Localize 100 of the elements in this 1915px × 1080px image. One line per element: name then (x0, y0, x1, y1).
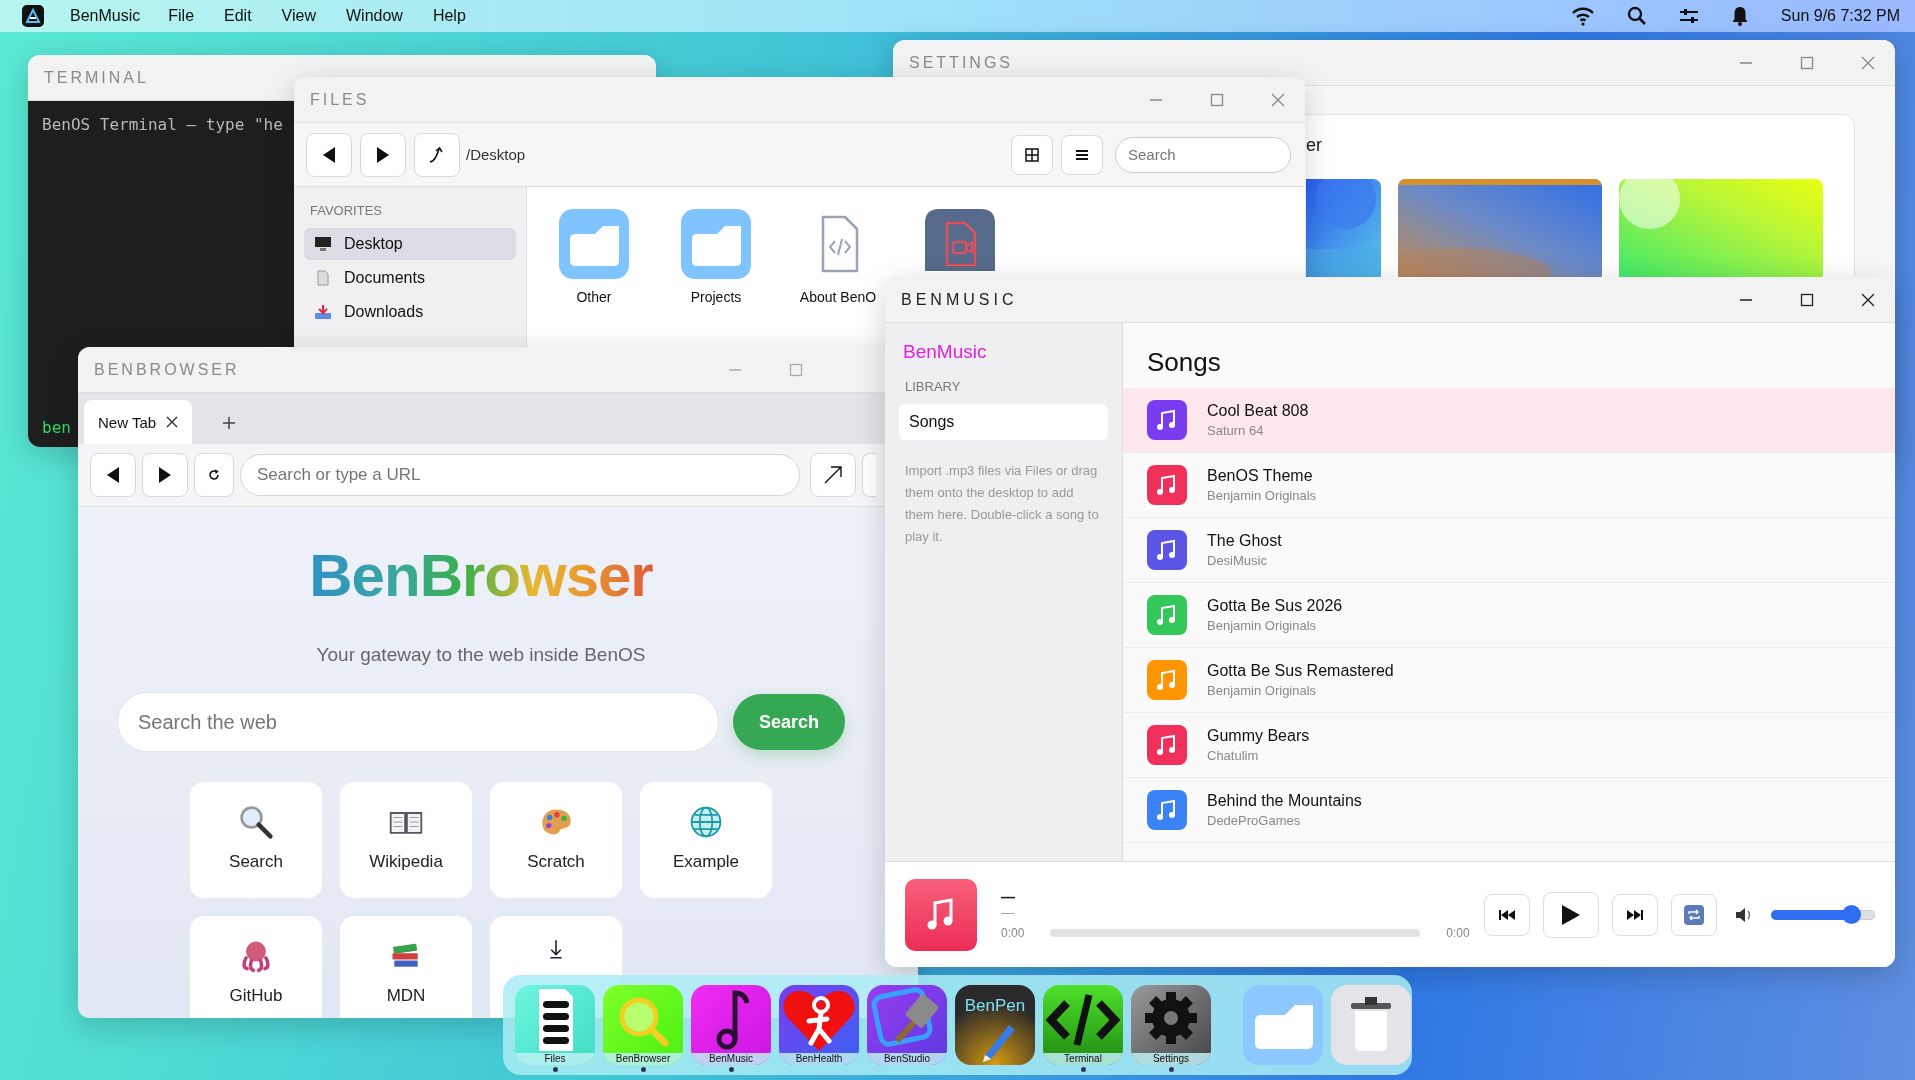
previous-icon (1499, 908, 1515, 921)
song-row[interactable]: Gotta Be Sus 2026 Benjamin Originals (1123, 583, 1895, 648)
previous-button[interactable] (1484, 893, 1530, 936)
window-title: FILES (310, 90, 370, 109)
file-name: Other (576, 289, 612, 305)
grid-icon (1025, 147, 1039, 162)
bell-icon[interactable] (1730, 6, 1749, 26)
list-icon (1075, 148, 1089, 161)
wifi-icon[interactable] (1570, 6, 1595, 26)
shortcut-tile[interactable]: Example (640, 782, 772, 898)
song-row[interactable]: BenOS Theme Benjamin Originals (1123, 453, 1895, 518)
menu-item[interactable]: Edit (224, 7, 252, 25)
forward-icon (375, 145, 391, 164)
song-row[interactable]: Behind the Mountains DedeProGames (1123, 778, 1895, 843)
shortcut-tile[interactable]: Search (190, 782, 322, 898)
song-artist: DesiMusic (1207, 553, 1268, 568)
search-field[interactable]: Search the web (117, 692, 719, 752)
menu-item[interactable]: File (168, 7, 195, 25)
document-icon (314, 270, 332, 286)
song-row[interactable]: The Ghost DesiMusic (1123, 518, 1895, 583)
song-artist: DedeProGames (1207, 813, 1302, 828)
path-label: /Desktop (466, 146, 526, 163)
section-title: er (1306, 135, 1323, 157)
song-artist: Chatulim (1207, 748, 1260, 763)
file-name: About BenO (799, 289, 877, 305)
new-tab-icon[interactable] (222, 416, 237, 430)
reload-button[interactable] (194, 453, 234, 497)
sidebar-item[interactable]: Desktop (304, 228, 516, 260)
window-title: BENBROWSER (94, 360, 240, 379)
track-artist: — (1001, 905, 1015, 920)
close-icon[interactable] (1861, 292, 1875, 307)
app-icon[interactable]: BenMusic (691, 985, 771, 1065)
song-title: Gotta Be Sus Remastered (1207, 662, 1394, 680)
diagonal-arrow-icon (823, 465, 843, 485)
search-icon[interactable] (1626, 6, 1647, 26)
window-title: SETTINGS (909, 53, 1013, 72)
song-row[interactable]: Gotta Be Sus Remastered Benjamin Originals (1123, 648, 1895, 713)
song-title: Behind the Mountains (1207, 792, 1362, 810)
next-button[interactable] (1612, 893, 1658, 936)
next-icon (1627, 908, 1643, 921)
back-button[interactable] (90, 453, 136, 497)
trash-icon[interactable] (1331, 985, 1411, 1065)
shortcut-tile[interactable]: MDN (340, 916, 472, 1018)
elapsed-time: 0:00 (1001, 926, 1025, 940)
menu-item[interactable]: View (281, 7, 316, 25)
sidebar-heading: FAVORITES (309, 202, 383, 220)
play-button[interactable] (1543, 891, 1599, 938)
forward-icon (157, 466, 173, 484)
app-icon[interactable]: BenPen (955, 985, 1035, 1065)
duration-time: 0:00 (1446, 926, 1470, 940)
terminal-prompt: ben (42, 418, 71, 437)
app-icon[interactable]: BenStudio (867, 985, 947, 1065)
maximize-icon[interactable] (1800, 292, 1814, 307)
track-title: — (1001, 889, 1016, 905)
song-row[interactable]: Cool Beat 808 Saturn 64 (1123, 388, 1895, 453)
volume-slider[interactable] (1771, 904, 1875, 925)
app-icon[interactable]: Terminal (1043, 985, 1123, 1065)
song-title: Cool Beat 808 (1207, 402, 1309, 420)
help-text: Import .mp3 files via Files or drag them onto the desktop to add them here. Double-click a song to play it. (904, 462, 1100, 546)
song-artist: Saturn 64 (1207, 423, 1265, 438)
forward-button[interactable] (360, 132, 406, 177)
song-row[interactable]: Gummy Bears Chatulim (1123, 713, 1895, 778)
shortcut-tile[interactable]: GitHub (190, 916, 322, 1018)
shortcut-tile[interactable]: Wikipedia (340, 782, 472, 898)
forward-button[interactable] (142, 453, 188, 497)
app-icon[interactable]: Settings (1131, 985, 1211, 1065)
song-artist: Benjamin Originals (1207, 618, 1318, 633)
url-field[interactable]: Search or type a URL (240, 454, 800, 496)
grid-view-button[interactable] (1011, 134, 1053, 175)
back-icon (105, 466, 121, 484)
sidebar-item[interactable]: Documents (304, 262, 516, 294)
app-icon[interactable]: Files (515, 985, 595, 1065)
menu-item[interactable]: Help (432, 7, 466, 25)
up-button[interactable] (414, 132, 460, 177)
app-icon[interactable]: BenBrowser (603, 985, 683, 1065)
search-field[interactable]: Search (1115, 136, 1291, 173)
reload-icon (208, 469, 220, 481)
download-icon (548, 938, 564, 960)
app-icon[interactable]: BenHealth (779, 985, 859, 1065)
sidebar-item[interactable]: Songs (899, 404, 1108, 440)
repeat-icon (1684, 904, 1704, 925)
sidebar-item[interactable]: Downloads (304, 296, 516, 328)
window-title: BENMUSIC (901, 290, 1018, 309)
browser-tab[interactable]: New Tab (84, 400, 193, 444)
song-artist: Benjamin Originals (1207, 683, 1318, 698)
terminal-text: BenOS Terminal — type "he (42, 115, 283, 134)
logo-icon[interactable] (22, 5, 44, 27)
app-name: BenMusic (70, 7, 141, 25)
back-icon (321, 145, 337, 164)
back-button[interactable] (306, 132, 352, 177)
repeat-button[interactable] (1671, 893, 1717, 936)
shortcut-tile[interactable]: Scratch (490, 782, 622, 898)
menu-item[interactable]: Window (346, 7, 403, 25)
window-title: TERMINAL (44, 68, 149, 87)
open-button[interactable] (810, 453, 856, 497)
song-title: Gummy Bears (1207, 727, 1310, 745)
sliders-icon[interactable] (1678, 7, 1699, 25)
list-view-button[interactable] (1061, 134, 1103, 175)
close-icon[interactable] (166, 416, 179, 428)
app-brand: BenMusic (902, 341, 988, 363)
